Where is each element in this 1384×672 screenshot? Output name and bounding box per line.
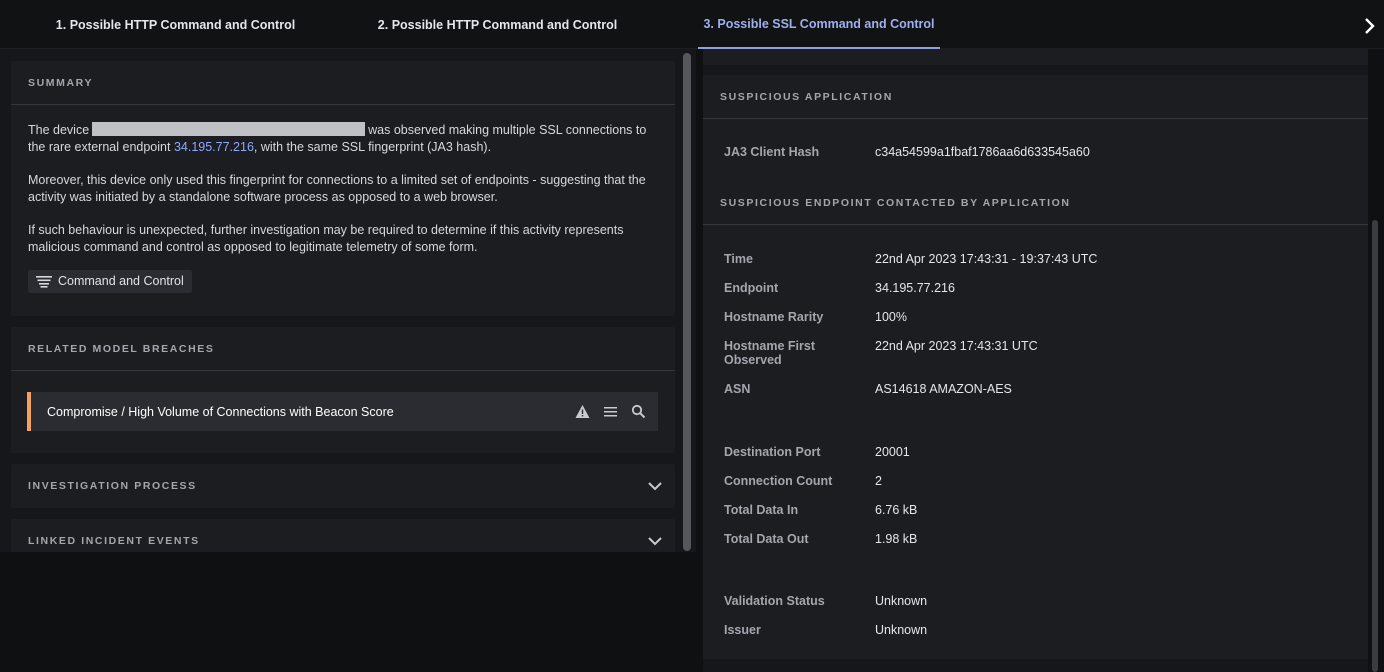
detail-value: 2 [875, 474, 882, 488]
detail-label: JA3 Client Hash [724, 145, 820, 159]
tag-label: Command and Control [58, 274, 184, 289]
summary-paragraph-3: If such behaviour is unexpected, further… [28, 223, 624, 254]
linked-incident-events-heading[interactable]: LINKED INCIDENT EVENTS [11, 519, 675, 552]
detail-value: 20001 [875, 445, 910, 459]
related-model-breaches-card: RELATED MODEL BREACHES Compromise / High… [11, 327, 675, 453]
detail-label: Endpoint [724, 281, 779, 295]
investigation-process-title: INVESTIGATION PROCESS [28, 480, 197, 492]
detail-label: Total Data In [724, 503, 799, 517]
summary-body: The device was observed making multiple S… [11, 105, 675, 293]
redacted-device-name [92, 122, 366, 136]
detail-value: 22nd Apr 2023 17:43:31 - 19:37:43 UTC [875, 252, 1098, 266]
summary-paragraph-2: Moreover, this device only used this fin… [28, 173, 646, 204]
chevron-down-icon[interactable] [647, 478, 663, 494]
tactic-list-icon [36, 275, 52, 288]
detail-value: 100% [875, 310, 907, 324]
details-card: SUSPICIOUS APPLICATION JA3 Client Hash c… [703, 75, 1368, 659]
suspicious-application-heading: SUSPICIOUS APPLICATION [703, 75, 1368, 119]
chevron-right-icon[interactable] [1362, 17, 1378, 35]
left-scrollbar[interactable] [683, 53, 691, 551]
linked-incident-events-title: LINKED INCIDENT EVENTS [28, 535, 200, 547]
detail-label: Time [724, 252, 753, 266]
suspicious-endpoint-heading: SUSPICIOUS ENDPOINT CONTACTED BY APPLICA… [703, 181, 1368, 225]
summary-heading: SUMMARY [11, 61, 675, 105]
detail-value: Unknown [875, 594, 928, 608]
detail-value: 1.98 kB [875, 532, 918, 546]
investigation-process-heading[interactable]: INVESTIGATION PROCESS [11, 464, 675, 508]
model-breach-item[interactable]: Compromise / High Volume of Connections … [27, 392, 658, 431]
detail-label: Hostname First Observed [724, 339, 815, 367]
chevron-down-icon[interactable] [647, 533, 663, 549]
right-scrollbar[interactable] [1372, 220, 1378, 672]
summary-text-device: The device [28, 123, 90, 137]
previous-section-footer [703, 49, 1368, 65]
detail-value: 22nd Apr 2023 17:43:31 UTC [875, 339, 1038, 353]
detail-label: Validation Status [724, 594, 825, 608]
left-panel: SUMMARY The device was observed making mu… [0, 49, 696, 552]
investigation-process-card[interactable]: INVESTIGATION PROCESS [11, 464, 675, 508]
detail-label: ASN [724, 382, 751, 396]
tab-bar: 1. Possible HTTP Command and Control 2. … [0, 0, 1384, 49]
right-panel: SUSPICIOUS APPLICATION JA3 Client Hash c… [703, 49, 1368, 672]
detail-label: Hostname Rarity [724, 310, 824, 324]
tab-possible-http-c2-1[interactable]: 1. Possible HTTP Command and Control [28, 0, 323, 49]
model-breach-name: Compromise / High Volume of Connections … [47, 404, 394, 419]
related-breaches-heading: RELATED MODEL BREACHES [11, 327, 675, 371]
detail-value: c34a54599a1fbaf1786aa6d633545a60 [875, 145, 1090, 159]
detail-label: Total Data Out [724, 532, 809, 546]
detail-value: 6.76 kB [875, 503, 918, 517]
summary-paragraph-1: The device was observed making multiple S… [28, 122, 658, 155]
mitre-tag-command-and-control[interactable]: Command and Control [28, 270, 192, 293]
detail-value: 34.195.77.216 [875, 281, 955, 295]
detail-value: AS14618 AMAZON-AES [875, 382, 1012, 396]
detail-label: Connection Count [724, 474, 833, 488]
list-icon[interactable] [603, 404, 618, 419]
detail-label: Issuer [724, 623, 761, 637]
linked-incident-events-card[interactable]: LINKED INCIDENT EVENTS [11, 519, 675, 552]
tab-possible-ssl-c2[interactable]: 3. Possible SSL Command and Control [698, 0, 940, 49]
detail-label: Destination Port [724, 445, 821, 459]
warning-icon[interactable] [575, 404, 590, 419]
tab-possible-http-c2-2[interactable]: 2. Possible HTTP Command and Control [350, 0, 645, 49]
endpoint-link[interactable]: 34.195.77.216 [174, 140, 254, 154]
search-icon[interactable] [631, 404, 646, 419]
summary-card: SUMMARY The device was observed making mu… [11, 61, 675, 316]
detail-value: Unknown [875, 623, 928, 637]
summary-text-fingerprint: , with the same SSL fingerprint (JA3 has… [253, 139, 492, 154]
